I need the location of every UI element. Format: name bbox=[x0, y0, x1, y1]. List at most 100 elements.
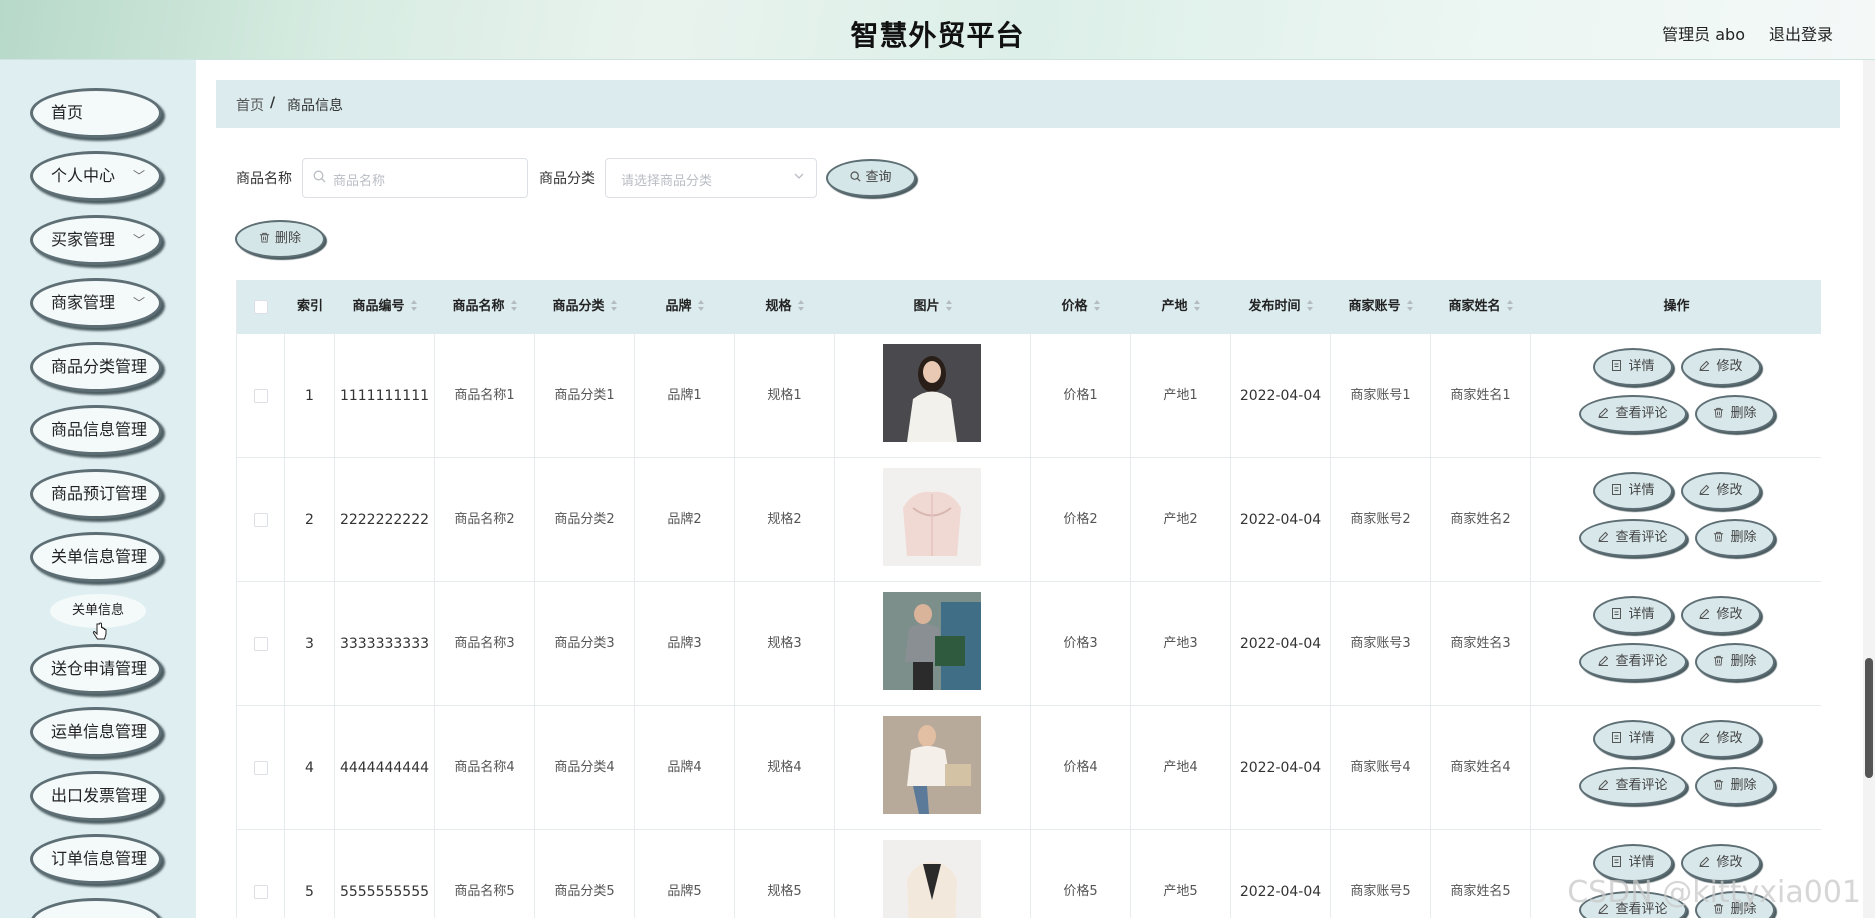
sort-icon[interactable] bbox=[410, 299, 418, 312]
sidebar-item-merchant-management[interactable]: 商家管理 ﹀ bbox=[30, 278, 162, 328]
sidebar-item-more[interactable] bbox=[30, 898, 162, 918]
row-checkbox[interactable] bbox=[253, 760, 268, 775]
sidebar-item-personal-center[interactable]: 个人中心 ﹀ bbox=[30, 151, 162, 201]
delete-button[interactable]: 删除 bbox=[1695, 519, 1775, 557]
col-header-name[interactable]: 商品名称 bbox=[435, 280, 535, 334]
cell-image bbox=[835, 582, 1031, 706]
row-checkbox[interactable] bbox=[253, 884, 268, 899]
product-image[interactable] bbox=[883, 840, 981, 918]
detail-button[interactable]: 详情 bbox=[1593, 596, 1673, 634]
detail-button[interactable]: 详情 bbox=[1593, 720, 1673, 758]
sidebar-item-customs-info[interactable]: 关单信息管理 bbox=[30, 532, 162, 582]
row-checkbox[interactable] bbox=[253, 636, 268, 651]
view-reviews-button[interactable]: 查看评论 bbox=[1579, 519, 1687, 557]
cell-publish-time: 2022-04-04 bbox=[1231, 458, 1331, 582]
col-header-category[interactable]: 商品分类 bbox=[535, 280, 635, 334]
col-header-merchant-account[interactable]: 商家账号 bbox=[1331, 280, 1431, 334]
sort-icon[interactable] bbox=[1406, 299, 1414, 312]
detail-button[interactable]: 详情 bbox=[1593, 348, 1673, 386]
chevron-down-icon: ﹀ bbox=[132, 233, 145, 247]
sidebar-item-label: 商品分类管理 bbox=[51, 357, 148, 376]
product-image[interactable] bbox=[883, 344, 981, 442]
edit-pencil-icon bbox=[1598, 407, 1609, 418]
edit-pencil-icon bbox=[1598, 779, 1609, 790]
product-image[interactable] bbox=[883, 592, 981, 690]
row-checkbox[interactable] bbox=[253, 388, 268, 403]
edit-pencil-icon bbox=[1699, 484, 1710, 495]
product-image[interactable] bbox=[883, 716, 981, 814]
sidebar-item-warehouse-request[interactable]: 送仓申请管理 bbox=[30, 644, 162, 694]
product-category-select[interactable]: 请选择商品分类 bbox=[605, 158, 817, 198]
product-name-input[interactable]: 商品名称 bbox=[302, 158, 528, 198]
view-reviews-button[interactable]: 查看评论 bbox=[1579, 395, 1687, 433]
sort-icon[interactable] bbox=[1193, 299, 1201, 312]
col-header-origin[interactable]: 产地 bbox=[1131, 280, 1231, 334]
cell-price: 价格2 bbox=[1031, 458, 1131, 582]
trash-icon bbox=[1714, 531, 1724, 542]
query-button-label: 查询 bbox=[865, 170, 892, 185]
delete-button[interactable]: 删除 bbox=[1695, 643, 1775, 681]
cell-index: 2 bbox=[285, 458, 335, 582]
trash-icon bbox=[1714, 407, 1724, 418]
sidebar-item-label: 个人中心 bbox=[51, 166, 116, 185]
detail-button-label: 详情 bbox=[1628, 607, 1655, 622]
breadcrumb-home[interactable]: 首页 bbox=[236, 95, 264, 115]
sort-icon[interactable] bbox=[1506, 299, 1514, 312]
sidebar-item-export-invoice[interactable]: 出口发票管理 bbox=[30, 771, 162, 821]
edit-button[interactable]: 修改 bbox=[1681, 348, 1761, 386]
cell-name: 商品名称3 bbox=[435, 582, 535, 706]
col-header-merchant-name[interactable]: 商家姓名 bbox=[1431, 280, 1531, 334]
chevron-down-icon: ﹀ bbox=[132, 169, 145, 183]
query-button[interactable]: 查询 bbox=[826, 159, 916, 197]
cell-merchant-account: 商家账号4 bbox=[1331, 706, 1431, 830]
row-select-cell bbox=[237, 830, 285, 918]
delete-button-label: 删除 bbox=[1730, 654, 1757, 669]
cell-index: 1 bbox=[285, 334, 335, 458]
cell-image bbox=[835, 706, 1031, 830]
sidebar-item-buyer-management[interactable]: 买家管理 ﹀ bbox=[30, 215, 162, 265]
col-header-label: 商品名称 bbox=[452, 299, 505, 314]
sidebar-item-product-info[interactable]: 商品信息管理 bbox=[30, 405, 162, 455]
batch-delete-button[interactable]: 删除 bbox=[235, 220, 325, 258]
logout-link[interactable]: 退出登录 bbox=[1769, 21, 1833, 45]
sort-icon[interactable] bbox=[945, 299, 953, 312]
cell-index: 4 bbox=[285, 706, 335, 830]
cell-code: 3333333333 bbox=[335, 582, 435, 706]
delete-button[interactable]: 删除 bbox=[1695, 767, 1775, 805]
sidebar-item-waybill-info[interactable]: 运单信息管理 bbox=[30, 707, 162, 757]
sidebar-item-order-info[interactable]: 订单信息管理 bbox=[30, 834, 162, 884]
edit-button[interactable]: 修改 bbox=[1681, 472, 1761, 510]
col-header-publish-time[interactable]: 发布时间 bbox=[1231, 280, 1331, 334]
view-reviews-button[interactable]: 查看评论 bbox=[1579, 643, 1687, 681]
edit-button-label: 修改 bbox=[1716, 483, 1743, 498]
edit-pencil-icon bbox=[1699, 856, 1710, 867]
delete-button-label: 删除 bbox=[1730, 406, 1757, 421]
delete-button[interactable]: 删除 bbox=[1695, 395, 1775, 433]
sort-icon[interactable] bbox=[1093, 299, 1101, 312]
scrollbar-thumb[interactable] bbox=[1865, 658, 1873, 778]
detail-button-label: 详情 bbox=[1628, 483, 1655, 498]
col-header-image[interactable]: 图片 bbox=[835, 280, 1031, 334]
sort-icon[interactable] bbox=[797, 299, 805, 312]
sidebar-item-product-booking[interactable]: 商品预订管理 bbox=[30, 469, 162, 519]
edit-button[interactable]: 修改 bbox=[1681, 596, 1761, 634]
edit-button[interactable]: 修改 bbox=[1681, 720, 1761, 758]
col-header-label: 发布时间 bbox=[1248, 299, 1301, 314]
sidebar-item-home[interactable]: 首页 bbox=[30, 88, 162, 138]
col-header-brand[interactable]: 品牌 bbox=[635, 280, 735, 334]
sort-icon[interactable] bbox=[610, 299, 618, 312]
detail-button[interactable]: 详情 bbox=[1593, 472, 1673, 510]
view-reviews-button[interactable]: 查看评论 bbox=[1579, 767, 1687, 805]
col-header-code[interactable]: 商品编号 bbox=[335, 280, 435, 334]
select-all-checkbox[interactable] bbox=[254, 299, 268, 314]
sort-icon[interactable] bbox=[697, 299, 705, 312]
row-checkbox[interactable] bbox=[253, 512, 268, 527]
sort-icon[interactable] bbox=[510, 299, 518, 312]
sidebar-item-product-category[interactable]: 商品分类管理 bbox=[30, 342, 162, 392]
trash-icon bbox=[259, 232, 270, 243]
product-image[interactable] bbox=[883, 468, 981, 566]
sort-icon[interactable] bbox=[1306, 299, 1314, 312]
col-header-spec[interactable]: 规格 bbox=[735, 280, 835, 334]
col-header-price[interactable]: 价格 bbox=[1031, 280, 1131, 334]
vertical-scrollbar[interactable] bbox=[1863, 60, 1875, 918]
